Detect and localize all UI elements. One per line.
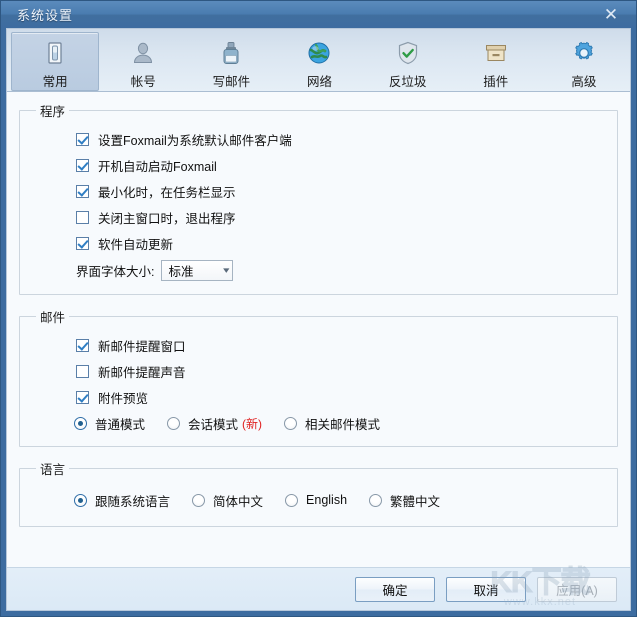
- group-language: 语言 跟随系统语言 简体中文 English 繁體中文: [19, 459, 618, 527]
- tab-compose-label: 写邮件: [212, 75, 251, 89]
- network-icon: [303, 38, 335, 68]
- checkbox-close-exit[interactable]: [76, 210, 89, 224]
- radio-normal-mode-button[interactable]: [74, 416, 87, 430]
- radio-simplified-chinese-label: 简体中文: [213, 494, 264, 509]
- checkbox-minimize-tray[interactable]: [76, 184, 89, 198]
- tab-general[interactable]: 常用: [11, 32, 100, 91]
- font-size-row: 界面字体大小: 标准 ▾: [30, 256, 607, 284]
- font-size-value: 标准: [168, 264, 194, 279]
- tab-network[interactable]: 网络: [275, 32, 363, 91]
- tab-antispam-label: 反垃圾: [388, 75, 427, 89]
- mail-mode-radio-group: 普通模式 会话模式 (新) 相关邮件模式: [30, 410, 607, 436]
- checkbox-close-exit-label: 关闭主窗口时，退出程序: [98, 211, 236, 226]
- cancel-button[interactable]: 取消: [446, 576, 526, 602]
- radio-traditional-chinese-button[interactable]: [369, 493, 383, 507]
- chevron-down-icon: ▾: [223, 264, 230, 275]
- radio-traditional-chinese-label: 繁體中文: [390, 494, 441, 509]
- tab-account[interactable]: 帐号: [99, 32, 187, 91]
- compose-icon: [215, 38, 247, 68]
- option-autostart[interactable]: 开机自动启动Foxmail: [30, 152, 607, 178]
- tab-compose[interactable]: 写邮件: [187, 32, 275, 91]
- dialog-footer: KK下载 www.kkx.net 确定 取消 应用(A): [7, 566, 630, 610]
- group-program-legend: 程序: [40, 105, 66, 119]
- general-icon: [39, 38, 71, 68]
- radio-english[interactable]: English: [285, 493, 347, 507]
- advanced-icon: [568, 38, 600, 68]
- option-attachment-preview[interactable]: 附件预览: [30, 384, 607, 410]
- radio-normal-mode[interactable]: 普通模式: [74, 414, 145, 433]
- antispam-icon: [392, 38, 424, 68]
- radio-simplified-chinese-button[interactable]: [192, 493, 206, 507]
- radio-system-language[interactable]: 跟随系统语言: [74, 491, 170, 510]
- option-minimize-tray[interactable]: 最小化时，在任务栏显示: [30, 178, 607, 204]
- tab-plugin[interactable]: 插件: [452, 32, 540, 91]
- radio-related-mail-mode-button[interactable]: [284, 416, 298, 430]
- tab-strip: 常用 帐号 写邮件 网络 反垃圾 插件 高级: [7, 29, 630, 92]
- tab-plugin-label: 插件: [483, 75, 509, 89]
- window-title: 系统设置: [17, 8, 74, 23]
- settings-content: 程序 设置Foxmail为系统默认邮件客户端 开机自动启动Foxmail 最小化…: [7, 92, 630, 567]
- option-new-mail-popup[interactable]: 新邮件提醒窗口: [30, 332, 607, 358]
- radio-system-language-button[interactable]: [74, 493, 87, 507]
- option-close-exit[interactable]: 关闭主窗口时，退出程序: [30, 204, 607, 230]
- radio-conversation-mode[interactable]: 会话模式 (新): [167, 414, 262, 433]
- tab-network-label: 网络: [306, 75, 332, 89]
- radio-related-mail-mode[interactable]: 相关邮件模式: [284, 414, 380, 433]
- checkbox-new-mail-sound[interactable]: [76, 364, 89, 378]
- font-size-label: 界面字体大小:: [76, 264, 155, 279]
- checkbox-new-mail-sound-label: 新邮件提醒声音: [98, 365, 186, 380]
- checkbox-default-client[interactable]: [76, 132, 89, 146]
- font-size-select[interactable]: 标准 ▾: [161, 259, 234, 281]
- checkbox-auto-update-label: 软件自动更新: [98, 237, 174, 252]
- checkbox-minimize-tray-label: 最小化时，在任务栏显示: [98, 185, 236, 200]
- checkbox-default-client-label: 设置Foxmail为系统默认邮件客户端: [98, 133, 292, 148]
- plugin-icon: [480, 38, 512, 68]
- radio-english-label: English: [306, 493, 348, 507]
- tab-antispam[interactable]: 反垃圾: [364, 32, 452, 91]
- radio-conversation-mode-button[interactable]: [167, 416, 181, 430]
- close-icon[interactable]: ✕: [592, 2, 630, 27]
- apply-button[interactable]: 应用(A): [537, 576, 617, 602]
- group-language-legend: 语言: [40, 463, 66, 477]
- settings-window: 系统设置 ✕ 常用 帐号 写邮件 网络 反垃圾 插件 高级 程序 设置Foxma…: [0, 0, 637, 617]
- checkbox-auto-update[interactable]: [76, 236, 89, 250]
- checkbox-new-mail-popup-label: 新邮件提醒窗口: [98, 339, 186, 354]
- radio-normal-mode-label: 普通模式: [95, 417, 146, 432]
- radio-related-mail-mode-label: 相关邮件模式: [305, 417, 381, 432]
- checkbox-new-mail-popup[interactable]: [76, 338, 89, 352]
- checkbox-attachment-preview[interactable]: [76, 390, 89, 404]
- option-default-client[interactable]: 设置Foxmail为系统默认邮件客户端: [30, 126, 607, 152]
- radio-conversation-mode-label: 会话模式: [188, 417, 239, 432]
- tab-account-label: 帐号: [130, 75, 156, 89]
- tab-advanced[interactable]: 高级: [540, 32, 628, 91]
- group-mail-legend: 邮件: [40, 311, 66, 325]
- new-badge: (新): [242, 416, 263, 431]
- window-frame: 常用 帐号 写邮件 网络 反垃圾 插件 高级 程序 设置Foxmail为系统默认…: [6, 28, 631, 611]
- title-bar: 系统设置 ✕: [1, 1, 636, 28]
- checkbox-autostart-label: 开机自动启动Foxmail: [98, 159, 217, 174]
- radio-system-language-label: 跟随系统语言: [95, 494, 171, 509]
- language-radio-group: 跟随系统语言 简体中文 English 繁體中文: [30, 484, 607, 516]
- radio-simplified-chinese[interactable]: 简体中文: [192, 491, 263, 510]
- checkbox-autostart[interactable]: [76, 158, 89, 172]
- option-auto-update[interactable]: 软件自动更新: [30, 230, 607, 256]
- radio-english-button[interactable]: [285, 493, 299, 507]
- account-icon: [127, 38, 159, 68]
- tab-general-label: 常用: [42, 75, 68, 89]
- tab-advanced-label: 高级: [571, 75, 597, 89]
- group-mail: 邮件 新邮件提醒窗口 新邮件提醒声音 附件预览 普通模式 会话模式 (新) 相关…: [19, 307, 618, 447]
- option-new-mail-sound[interactable]: 新邮件提醒声音: [30, 358, 607, 384]
- group-program: 程序 设置Foxmail为系统默认邮件客户端 开机自动启动Foxmail 最小化…: [19, 101, 618, 295]
- ok-button[interactable]: 确定: [355, 576, 435, 602]
- checkbox-attachment-preview-label: 附件预览: [98, 391, 149, 406]
- radio-traditional-chinese[interactable]: 繁體中文: [369, 491, 440, 510]
